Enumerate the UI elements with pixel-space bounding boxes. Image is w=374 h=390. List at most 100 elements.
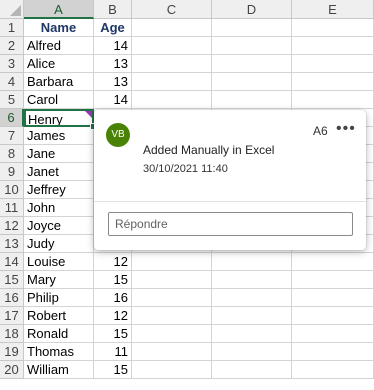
cell-b1[interactable]: Age xyxy=(94,19,132,37)
row-header[interactable]: 4 xyxy=(0,73,24,91)
reply-input[interactable] xyxy=(108,212,353,236)
cell-c17[interactable] xyxy=(132,307,212,325)
row-header[interactable]: 13 xyxy=(0,235,24,253)
cell-c19[interactable] xyxy=(132,343,212,361)
cell-e19[interactable] xyxy=(292,343,374,361)
cell-a11[interactable]: John xyxy=(24,199,94,217)
cell-d19[interactable] xyxy=(212,343,292,361)
cell-c1[interactable] xyxy=(132,19,212,37)
cell-d16[interactable] xyxy=(212,289,292,307)
cell-e5[interactable] xyxy=(292,91,374,109)
row-header[interactable]: 5 xyxy=(0,91,24,109)
cell-a2[interactable]: Alfred xyxy=(24,37,94,55)
row-header[interactable]: 17 xyxy=(0,307,24,325)
row-header[interactable]: 18 xyxy=(0,325,24,343)
cell-d14[interactable] xyxy=(212,253,292,271)
row-header[interactable]: 10 xyxy=(0,181,24,199)
cell-b16[interactable]: 16 xyxy=(94,289,132,307)
table-row: 14 Louise 12 xyxy=(0,253,374,271)
cell-e16[interactable] xyxy=(292,289,374,307)
cell-c5[interactable] xyxy=(132,91,212,109)
cell-e15[interactable] xyxy=(292,271,374,289)
cell-e14[interactable] xyxy=(292,253,374,271)
cell-d3[interactable] xyxy=(212,55,292,73)
row-header[interactable]: 15 xyxy=(0,271,24,289)
cell-c3[interactable] xyxy=(132,55,212,73)
table-row: 4 Barbara 13 xyxy=(0,73,374,91)
cell-c18[interactable] xyxy=(132,325,212,343)
row-header[interactable]: 16 xyxy=(0,289,24,307)
cell-d5[interactable] xyxy=(212,91,292,109)
cell-a20[interactable]: William xyxy=(24,361,94,379)
cell-a7[interactable]: James xyxy=(24,127,94,145)
cell-d2[interactable] xyxy=(212,37,292,55)
cell-e4[interactable] xyxy=(292,73,374,91)
cell-a16[interactable]: Philip xyxy=(24,289,94,307)
cell-e20[interactable] xyxy=(292,361,374,379)
cell-a15[interactable]: Mary xyxy=(24,271,94,289)
cell-d20[interactable] xyxy=(212,361,292,379)
row-header[interactable]: 3 xyxy=(0,55,24,73)
cell-a12[interactable]: Joyce xyxy=(24,217,94,235)
cell-a4[interactable]: Barbara xyxy=(24,73,94,91)
cell-a8[interactable]: Jane xyxy=(24,145,94,163)
row-header[interactable]: 7 xyxy=(0,127,24,145)
row-header[interactable]: 14 xyxy=(0,253,24,271)
cell-a14[interactable]: Louise xyxy=(24,253,94,271)
cell-b18[interactable]: 15 xyxy=(94,325,132,343)
more-options-icon[interactable]: ••• xyxy=(336,120,356,138)
row-header[interactable]: 8 xyxy=(0,145,24,163)
row-header[interactable]: 6 xyxy=(0,109,24,127)
cell-b19[interactable]: 11 xyxy=(94,343,132,361)
cell-a9[interactable]: Janet xyxy=(24,163,94,181)
column-header-b[interactable]: B xyxy=(94,0,132,19)
cell-a10[interactable]: Jeffrey xyxy=(24,181,94,199)
cell-d1[interactable] xyxy=(212,19,292,37)
cell-a3[interactable]: Alice xyxy=(24,55,94,73)
cell-b15[interactable]: 15 xyxy=(94,271,132,289)
cell-e1[interactable] xyxy=(292,19,374,37)
column-header-e[interactable]: E xyxy=(292,0,374,19)
cell-b14[interactable]: 12 xyxy=(94,253,132,271)
cell-c20[interactable] xyxy=(132,361,212,379)
row-header[interactable]: 19 xyxy=(0,343,24,361)
cell-d4[interactable] xyxy=(212,73,292,91)
row-header[interactable]: 11 xyxy=(0,199,24,217)
select-all-corner[interactable] xyxy=(0,0,24,19)
cell-c4[interactable] xyxy=(132,73,212,91)
cell-c16[interactable] xyxy=(132,289,212,307)
cell-a13[interactable]: Judy xyxy=(24,235,94,253)
cell-a18[interactable]: Ronald xyxy=(24,325,94,343)
row-header[interactable]: 12 xyxy=(0,217,24,235)
cell-e3[interactable] xyxy=(292,55,374,73)
cell-a5[interactable]: Carol xyxy=(24,91,94,109)
cell-e17[interactable] xyxy=(292,307,374,325)
column-header-d[interactable]: D xyxy=(212,0,292,19)
cell-b2[interactable]: 14 xyxy=(94,37,132,55)
cell-c15[interactable] xyxy=(132,271,212,289)
cell-a19[interactable]: Thomas xyxy=(24,343,94,361)
row-header[interactable]: 9 xyxy=(0,163,24,181)
cell-b20[interactable]: 15 xyxy=(94,361,132,379)
cell-c2[interactable] xyxy=(132,37,212,55)
cell-d18[interactable] xyxy=(212,325,292,343)
cell-c14[interactable] xyxy=(132,253,212,271)
cell-d15[interactable] xyxy=(212,271,292,289)
cell-e2[interactable] xyxy=(292,37,374,55)
cell-b5[interactable]: 14 xyxy=(94,91,132,109)
table-row: 19 Thomas 11 xyxy=(0,343,374,361)
column-header-c[interactable]: C xyxy=(132,0,212,19)
cell-d17[interactable] xyxy=(212,307,292,325)
row-header[interactable]: 2 xyxy=(0,37,24,55)
cell-e18[interactable] xyxy=(292,325,374,343)
cell-b4[interactable]: 13 xyxy=(94,73,132,91)
cell-a17[interactable]: Robert xyxy=(24,307,94,325)
cell-a1[interactable]: Name xyxy=(24,19,94,37)
cell-b17[interactable]: 12 xyxy=(94,307,132,325)
row-header[interactable]: 20 xyxy=(0,361,24,379)
cell-b3[interactable]: 13 xyxy=(94,55,132,73)
row-header[interactable]: 1 xyxy=(0,19,24,37)
cell-a6[interactable]: Henry xyxy=(24,109,94,127)
comment-text: Added Manually in Excel xyxy=(143,143,275,157)
column-header-a[interactable]: A xyxy=(24,0,94,19)
